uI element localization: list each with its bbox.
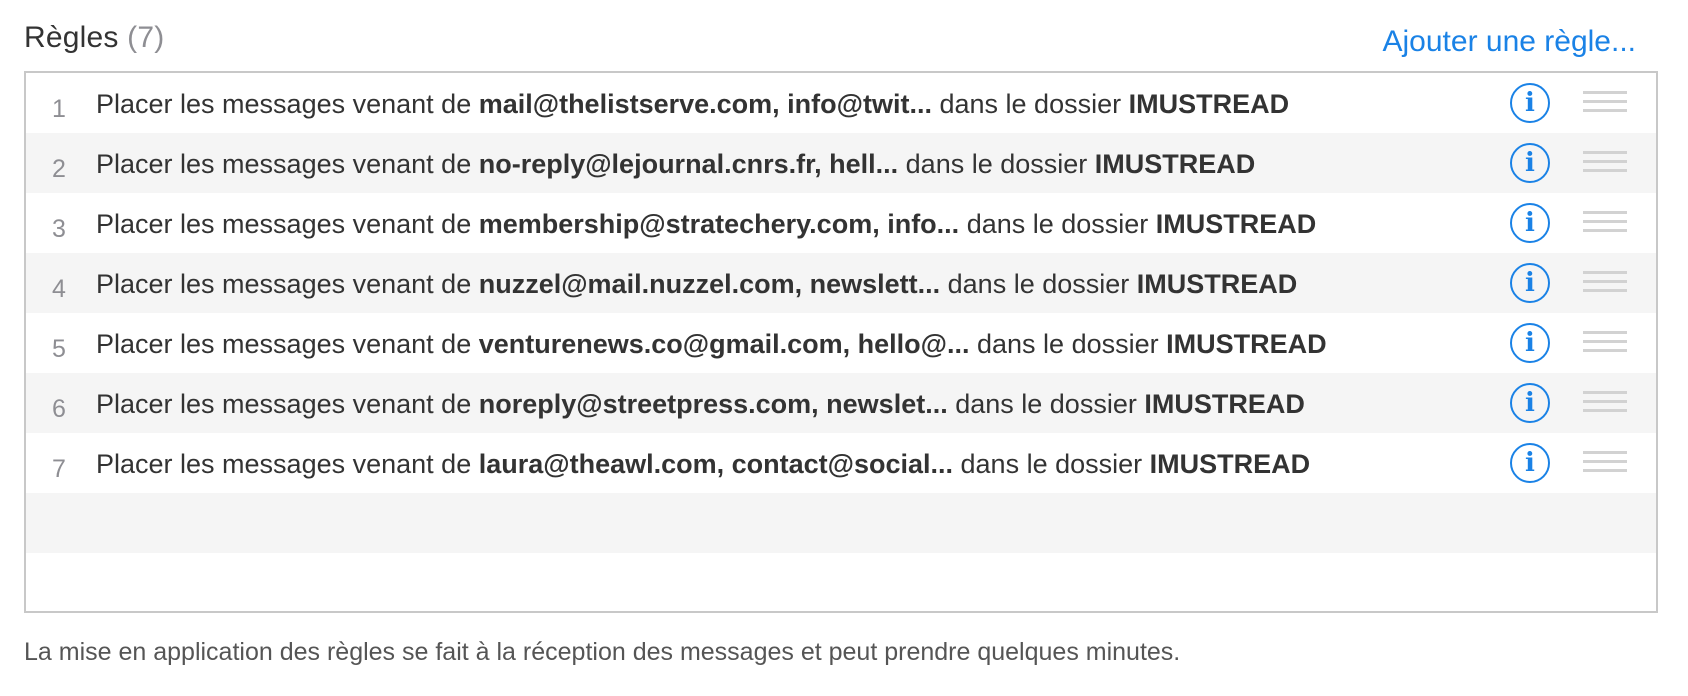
rules-count: (7)	[127, 21, 165, 54]
rule-index: 4	[52, 275, 66, 303]
rule-prefix: Placer les messages venant de	[96, 389, 479, 419]
rule-senders: membership@stratechery.com, info...	[478, 209, 960, 239]
info-icon[interactable]: i	[1510, 443, 1550, 483]
rule-index: 6	[52, 395, 66, 423]
rule-description: Placer les messages venant de no-reply@l…	[96, 133, 1255, 193]
rule-senders: noreply@streetpress.com, newslet...	[478, 389, 948, 419]
rule-middle: dans le dossier	[931, 89, 1129, 119]
drag-handle-icon[interactable]	[1583, 391, 1627, 415]
rule-row-5[interactable]: 5 Placer les messages venant de venturen…	[26, 313, 1656, 373]
rule-row-4[interactable]: 4 Placer les messages venant de nuzzel@m…	[26, 253, 1656, 313]
rule-folder: IMUSTREAD	[1136, 269, 1298, 299]
rule-description: Placer les messages venant de nuzzel@mai…	[96, 253, 1297, 313]
rule-row-3[interactable]: 3 Placer les messages venant de membersh…	[26, 193, 1656, 253]
page-title: Règles (7)	[24, 18, 164, 58]
rule-prefix: Placer les messages venant de	[96, 269, 479, 299]
rules-list: 1 Placer les messages venant de mail@the…	[24, 71, 1658, 613]
drag-handle-icon[interactable]	[1583, 331, 1627, 355]
rule-middle: dans le dossier	[940, 269, 1137, 299]
rule-index: 3	[52, 215, 66, 243]
rule-folder: IMUSTREAD	[1155, 209, 1317, 239]
rule-index: 2	[52, 155, 66, 183]
rule-description: Placer les messages venant de laura@thea…	[96, 433, 1310, 493]
rule-senders: venturenews.co@gmail.com, hello@...	[478, 329, 970, 359]
rule-senders: laura@theawl.com, contact@social...	[478, 449, 954, 479]
rule-prefix: Placer les messages venant de	[96, 149, 479, 179]
drag-handle-icon[interactable]	[1583, 271, 1627, 295]
rule-folder: IMUSTREAD	[1128, 89, 1290, 119]
rule-prefix: Placer les messages venant de	[96, 209, 479, 239]
rule-description: Placer les messages venant de noreply@st…	[96, 373, 1305, 433]
rule-prefix: Placer les messages venant de	[96, 329, 479, 359]
rules-header: Règles (7) Ajouter une règle...	[24, 18, 1636, 66]
rule-row-1[interactable]: 1 Placer les messages venant de mail@the…	[26, 73, 1656, 133]
empty-row	[26, 553, 1656, 611]
page-title-label: Règles	[24, 21, 119, 54]
rule-middle: dans le dossier	[969, 329, 1167, 359]
rule-middle: dans le dossier	[898, 149, 1095, 179]
rule-description: Placer les messages venant de venturenew…	[96, 313, 1327, 373]
rule-row-2[interactable]: 2 Placer les messages venant de no-reply…	[26, 133, 1656, 193]
drag-handle-icon[interactable]	[1583, 91, 1627, 115]
rule-row-7[interactable]: 7 Placer les messages venant de laura@th…	[26, 433, 1656, 493]
rule-middle: dans le dossier	[947, 389, 1145, 419]
rule-folder: IMUSTREAD	[1149, 449, 1311, 479]
drag-handle-icon[interactable]	[1583, 211, 1627, 235]
add-rule-link[interactable]: Ajouter une règle...	[1383, 22, 1637, 62]
drag-handle-icon[interactable]	[1583, 151, 1627, 175]
rules-footer-note: La mise en application des règles se fai…	[24, 638, 1181, 666]
info-icon[interactable]: i	[1510, 83, 1550, 123]
rule-senders: mail@thelistserve.com, info@twit...	[478, 89, 932, 119]
rule-index: 7	[52, 455, 66, 483]
info-icon[interactable]: i	[1510, 203, 1550, 243]
rule-prefix: Placer les messages venant de	[96, 89, 479, 119]
rule-middle: dans le dossier	[953, 449, 1150, 479]
rule-row-6[interactable]: 6 Placer les messages venant de noreply@…	[26, 373, 1656, 433]
empty-row	[26, 493, 1656, 553]
info-icon[interactable]: i	[1510, 263, 1550, 303]
rule-folder: IMUSTREAD	[1094, 149, 1256, 179]
rule-description: Placer les messages venant de mail@theli…	[96, 73, 1289, 133]
rule-index: 5	[52, 335, 66, 363]
drag-handle-icon[interactable]	[1583, 451, 1627, 475]
rule-index: 1	[52, 95, 66, 123]
rule-prefix: Placer les messages venant de	[96, 449, 479, 479]
info-icon[interactable]: i	[1510, 383, 1550, 423]
info-icon[interactable]: i	[1510, 143, 1550, 183]
rule-folder: IMUSTREAD	[1166, 329, 1327, 359]
info-icon[interactable]: i	[1510, 323, 1550, 363]
rule-senders: nuzzel@mail.nuzzel.com, newslett...	[478, 269, 941, 299]
rule-description: Placer les messages venant de membership…	[96, 193, 1316, 253]
rule-folder: IMUSTREAD	[1144, 389, 1305, 419]
rule-senders: no-reply@lejournal.cnrs.fr, hell...	[478, 149, 899, 179]
rule-middle: dans le dossier	[959, 209, 1156, 239]
